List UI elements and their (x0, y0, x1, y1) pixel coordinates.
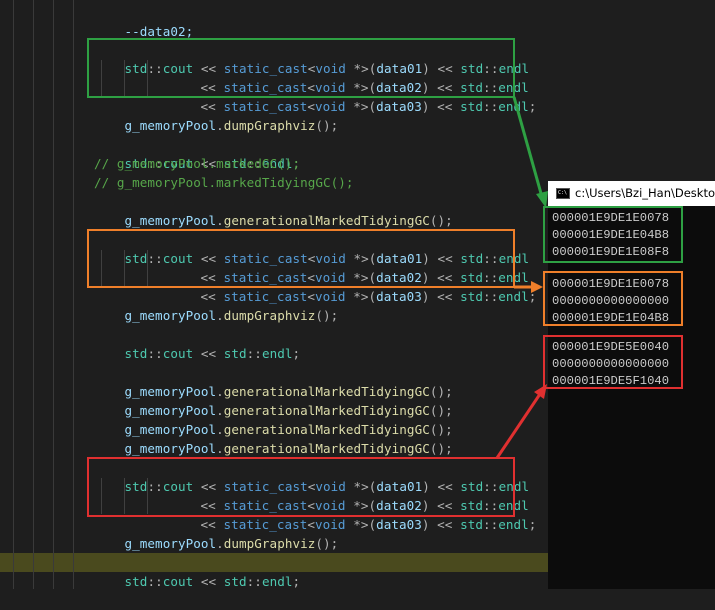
code-token: ; (528, 99, 537, 114)
code-token: std (223, 346, 247, 361)
code-token: std (124, 574, 148, 589)
gutter-guide (13, 0, 14, 589)
annotation-box-green-code (87, 38, 515, 98)
gutter-guide (33, 0, 34, 589)
code-token: (); (315, 536, 339, 551)
code-token: std (124, 346, 148, 361)
code-token: generationalMarkedTidyingGC (223, 441, 430, 456)
code-token: << (193, 574, 224, 589)
code-line[interactable]: std::cout << std::endl; (94, 553, 301, 589)
annotation-box-red-code (87, 457, 515, 517)
code-comment[interactable]: // g_memoryPool.markedGC(); (94, 154, 300, 173)
code-token: dumpGraphviz (223, 308, 316, 323)
annotation-box-green-output (543, 206, 683, 263)
code-token: ; (528, 289, 537, 304)
code-token: . (216, 536, 224, 551)
code-token: endl (498, 99, 529, 114)
code-token: ) << (421, 289, 461, 304)
code-token: g_memoryPool (124, 441, 217, 456)
code-token: endl (498, 517, 529, 532)
code-token: (); (315, 118, 339, 133)
code-token: g_memoryPool (124, 213, 217, 228)
console-title: c:\Users\Bzi_Han\Desktop\ (575, 186, 715, 200)
code-token: . (216, 308, 224, 323)
code-token: :: (246, 574, 262, 589)
code-token: (); (429, 213, 453, 228)
code-token: std (460, 289, 483, 304)
code-token: :: (482, 289, 499, 304)
code-token: --data02; (124, 24, 194, 39)
code-token: ; (528, 517, 537, 532)
code-token: . (216, 441, 224, 456)
code-token: :: (482, 517, 499, 532)
code-token: std (460, 99, 483, 114)
code-line[interactable]: g_memoryPool.generationalMarkedTidyingGC… (94, 401, 453, 437)
code-token: ; (292, 346, 301, 361)
code-line[interactable]: g_memoryPool.dumpGraphviz(); (94, 97, 339, 133)
code-token: :: (147, 346, 163, 361)
code-line[interactable]: --data02; (94, 3, 194, 39)
console-icon (556, 188, 570, 199)
code-token: (); (315, 308, 339, 323)
code-line[interactable]: std::cout << std::endl; (94, 325, 301, 361)
gutter-guide (53, 0, 54, 589)
code-token: g_memoryPool (124, 536, 217, 551)
code-line[interactable]: g_memoryPool.generationalMarkedTidyingGC… (94, 382, 453, 418)
code-token: (); (429, 441, 453, 456)
code-line[interactable]: g_memoryPool.dumpGraphviz(); (94, 287, 339, 323)
code-token: endl (261, 346, 293, 361)
code-token: data03 (376, 289, 422, 304)
code-line[interactable]: g_memoryPool.generationalMarkedTidyingGC… (94, 192, 453, 228)
code-token: . (216, 118, 224, 133)
code-token: ) << (421, 517, 461, 532)
code-token: *>( (345, 289, 377, 304)
code-token: std (460, 517, 483, 532)
code-token: std (223, 574, 247, 589)
code-token: :: (246, 346, 262, 361)
code-token: *>( (345, 517, 377, 532)
code-token: . (216, 213, 224, 228)
code-token: cout (162, 346, 194, 361)
console-title-bar[interactable]: c:\Users\Bzi_Han\Desktop\ (548, 181, 715, 206)
code-token: g_memoryPool (124, 308, 217, 323)
code-token: *>( (345, 99, 377, 114)
code-token: g_memoryPool (124, 118, 217, 133)
code-token: ; (292, 574, 301, 589)
code-token: dumpGraphviz (223, 536, 316, 551)
code-line[interactable]: g_memoryPool.generationalMarkedTidyingGC… (94, 420, 453, 456)
code-line[interactable]: std::cout << std::endl; (94, 135, 301, 171)
annotation-box-orange-code (87, 229, 515, 288)
code-token: << (193, 346, 224, 361)
code-token: endl (261, 574, 293, 589)
gutter-guide (73, 0, 74, 589)
code-token: :: (147, 574, 163, 589)
code-comment[interactable]: // g_memoryPool.markedTidyingGC(); (94, 173, 354, 192)
code-token: cout (162, 574, 194, 589)
annotation-box-orange-output (543, 271, 683, 326)
annotation-box-red-output (543, 335, 683, 389)
code-token: :: (482, 99, 499, 114)
code-token: generationalMarkedTidyingGC (223, 213, 430, 228)
code-token: ) << (421, 99, 461, 114)
code-token: dumpGraphviz (223, 118, 316, 133)
code-token: endl (498, 289, 529, 304)
code-line[interactable]: g_memoryPool.dumpGraphviz(); (94, 515, 339, 551)
code-token: data03 (376, 517, 422, 532)
code-line[interactable]: g_memoryPool.generationalMarkedTidyingGC… (94, 363, 453, 399)
code-token: data03 (376, 99, 422, 114)
